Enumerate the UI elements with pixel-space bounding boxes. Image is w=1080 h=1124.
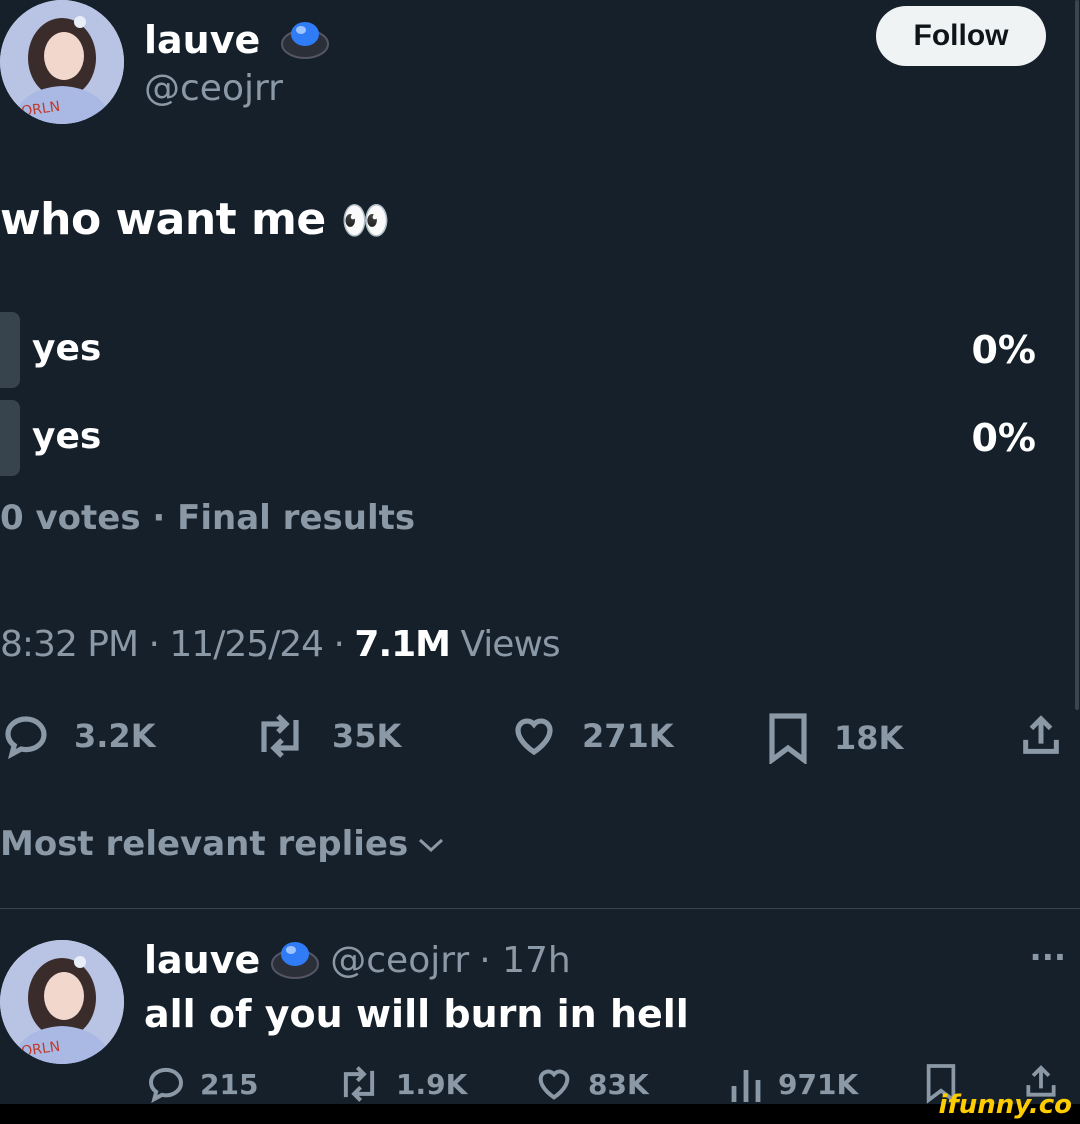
verified-button-badge-icon xyxy=(270,934,320,986)
more-options-icon[interactable]: ··· xyxy=(1030,938,1066,976)
poll-option-label-2: yes xyxy=(32,416,102,457)
author-avatar[interactable]: ORLN xyxy=(0,0,124,124)
repost-icon xyxy=(343,1066,375,1102)
share-icon xyxy=(1023,715,1059,754)
scrollbar[interactable] xyxy=(1075,0,1079,710)
bookmark-button[interactable]: 18K xyxy=(766,712,903,764)
like-button[interactable]: 271K xyxy=(510,712,674,760)
watermark-strip xyxy=(0,1104,1080,1124)
reply-icon xyxy=(5,716,47,760)
heart-icon xyxy=(538,1069,570,1100)
views-count: 7.1M xyxy=(354,624,451,665)
views-label: Views xyxy=(450,624,560,665)
poll-option-percent-1: 0% xyxy=(971,328,1036,372)
reply-count: 3.2K xyxy=(74,717,156,755)
repost-count: 35K xyxy=(332,717,402,755)
reply-header: lauve @ceojrr · 17h xyxy=(144,934,571,986)
like-count: 271K xyxy=(582,717,674,755)
tweet-timestamp[interactable]: 8:32 PM · 11/25/24 · xyxy=(0,624,354,665)
heart-icon xyxy=(515,718,553,756)
reply-repost-count: 1.9K xyxy=(396,1067,468,1101)
eyes-emoji-icon: 👀 xyxy=(340,198,391,244)
bookmark-count: 18K xyxy=(834,719,904,757)
tweet-text: who want me 👀 xyxy=(0,194,390,245)
reply-reply-button[interactable]: 215 xyxy=(146,1064,258,1104)
reply-button[interactable]: 3.2K xyxy=(2,712,155,760)
author-handle[interactable]: @ceojrr xyxy=(144,68,283,109)
reply-views-button[interactable]: 971K xyxy=(728,1064,858,1104)
chevron-down-icon xyxy=(419,838,444,853)
repost-icon xyxy=(261,714,299,758)
follow-button[interactable]: Follow xyxy=(876,6,1046,66)
reply-like-button[interactable]: 83K xyxy=(534,1064,649,1104)
ifunny-watermark-logo: ifunny.co xyxy=(938,1090,1072,1120)
reply-author-name[interactable]: lauve xyxy=(144,938,260,982)
reply-author-handle[interactable]: @ceojrr xyxy=(330,940,469,981)
tweet-meta: 8:32 PM · 11/25/24 · 7.1M Views xyxy=(0,624,561,665)
poll-summary: 0 votes · Final results xyxy=(0,498,416,538)
poll-option-bar-1 xyxy=(0,312,20,388)
section-divider xyxy=(0,908,1080,909)
reply-repost-button[interactable]: 1.9K xyxy=(336,1064,467,1104)
reply-icon xyxy=(148,1067,184,1103)
reply-views-count: 971K xyxy=(778,1067,859,1101)
reply-like-count: 83K xyxy=(588,1067,649,1101)
reply-age: · 17h xyxy=(479,939,571,981)
verified-button-badge-icon xyxy=(280,14,330,71)
share-button[interactable] xyxy=(1018,712,1064,760)
reply-sort-dropdown[interactable]: Most relevant replies xyxy=(0,824,446,864)
poll-option-percent-2: 0% xyxy=(971,416,1036,460)
bookmark-icon xyxy=(769,713,807,764)
reply-author-avatar[interactable]: ORLN xyxy=(0,940,124,1064)
poll-option-label-1: yes xyxy=(32,328,102,369)
reply-reply-count: 215 xyxy=(200,1067,259,1101)
reply-text: all of you will burn in hell xyxy=(144,992,689,1036)
author-name[interactable]: lauve xyxy=(144,14,330,71)
analytics-icon xyxy=(731,1070,761,1102)
poll-option-bar-2 xyxy=(0,400,20,476)
reply-sort-label: Most relevant replies xyxy=(0,824,409,864)
repost-button[interactable]: 35K xyxy=(252,712,401,760)
